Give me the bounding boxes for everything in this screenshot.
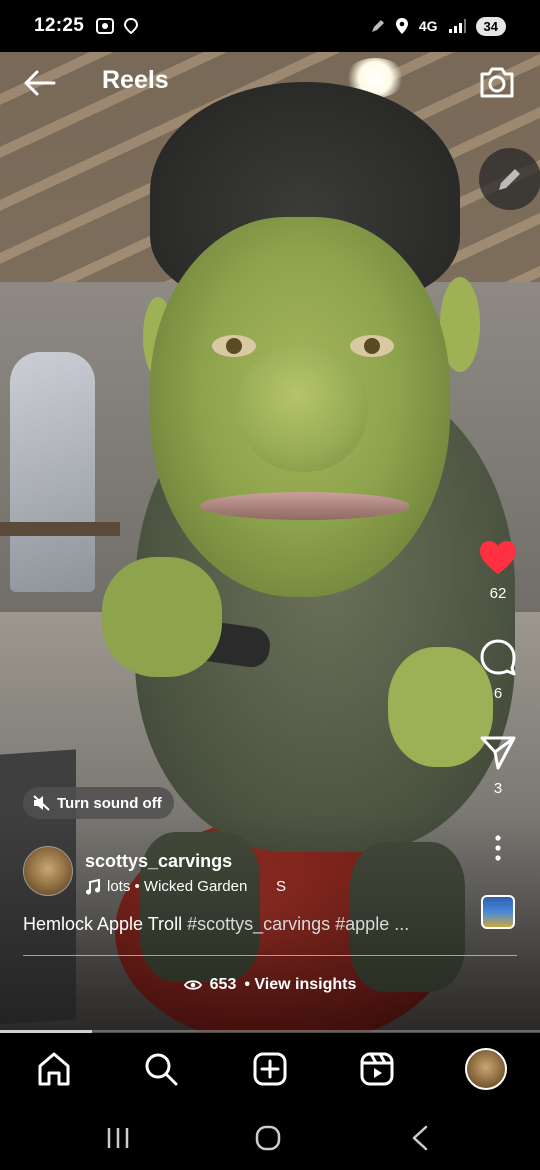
location-icon [395,18,408,34]
music-note-icon [86,878,100,894]
caption-hashtags: #scottys_carvings #apple ... [187,914,410,934]
status-bar: 12:25 4G 34 [0,0,540,52]
pen-icon [371,20,384,32]
audio-title-continuation: S [276,878,287,895]
view-insights-link[interactable]: 653 • View insights [0,976,540,994]
search-icon [145,1053,178,1086]
system-home-button[interactable] [253,1123,283,1153]
troll-nose [238,342,368,472]
troll-left-eye [212,335,256,357]
comment-count: 6 [493,685,503,702]
system-back-button[interactable] [405,1123,435,1153]
bottom-navigation [0,1033,540,1105]
like-button[interactable]: 62 [468,540,528,602]
home-button-icon [255,1125,281,1151]
author-username[interactable]: scottys_carvings [85,851,232,872]
network-type: 4G [418,18,438,34]
caption-divider [23,955,517,956]
comment-icon [480,639,516,676]
audio-info[interactable]: lots • Wicked Garden [85,878,247,895]
post-caption[interactable]: Hemlock Apple Troll #scottys_carvings #a… [23,914,453,935]
troll-mouth [200,492,410,520]
edit-button[interactable] [479,148,540,210]
sound-toggle-label: Turn sound off [57,794,162,812]
heart-icon [480,541,516,574]
nav-reels[interactable] [357,1049,397,1089]
system-navigation [0,1105,540,1170]
screenshot-icon [96,18,115,34]
camera-icon [480,67,514,98]
signal-icon [448,19,466,33]
like-count: 62 [489,585,507,602]
workbench [0,522,120,536]
edit-icon [499,169,520,190]
caption-title: Hemlock Apple Troll [23,914,183,934]
author-avatar[interactable] [23,846,73,896]
battery-level: 34 [475,16,506,36]
reel-video[interactable] [0,52,540,1032]
share-button[interactable]: 3 [468,735,528,797]
page-title: Reels [102,66,169,94]
recent-apps-icon [107,1128,129,1148]
send-icon [480,736,516,770]
audio-title: lots • Wicked Garden [107,878,248,895]
camera-button[interactable] [478,64,516,100]
insights-label: • View insights [244,976,357,993]
eye-icon [183,980,202,990]
speaker-muted-icon [33,795,50,811]
more-vertical-icon [495,835,501,861]
nav-home[interactable] [34,1049,74,1089]
back-button[interactable] [22,66,58,100]
view-count: 653 [209,976,237,993]
reels-header: Reels [0,52,540,210]
audio-thumbnail[interactable] [481,895,515,929]
share-count: 3 [493,780,503,797]
nav-create[interactable] [250,1049,290,1089]
profile-avatar[interactable] [465,1048,507,1090]
more-options-button[interactable] [468,835,528,866]
create-icon [253,1052,287,1086]
back-icon [412,1125,428,1151]
location-pin-icon [124,18,139,34]
troll-left-hand [102,557,222,677]
troll-right-eye [350,335,394,357]
sound-toggle[interactable]: Turn sound off [23,787,174,819]
recent-apps-button[interactable] [103,1123,133,1153]
nav-search[interactable] [141,1049,181,1089]
back-arrow-icon [24,70,56,96]
home-icon [38,1052,70,1086]
comment-button[interactable]: 6 [468,638,528,702]
plastic-wrapped-carving [10,352,95,592]
status-time: 12:25 [34,15,85,36]
reels-icon [360,1052,394,1086]
